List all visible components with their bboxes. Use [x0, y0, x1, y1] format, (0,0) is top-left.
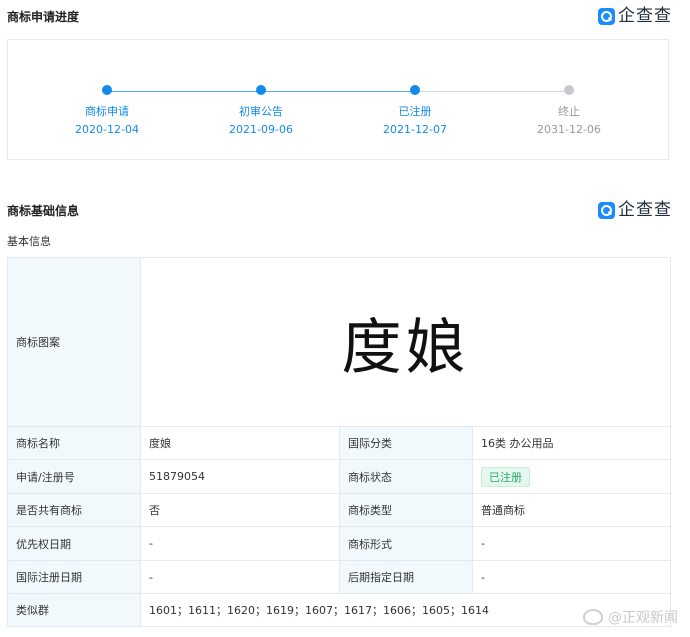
info-section-header: 商标基础信息 企查查: [7, 198, 672, 222]
table-row: 申请/注册号 51879054 商标状态 已注册: [7, 459, 672, 494]
qichacha-logo-icon: [598, 7, 615, 25]
watermark-text: @正观新闻: [608, 610, 678, 626]
table-row: 国际注册日期 - 后期指定日期 -: [7, 560, 672, 594]
priority-date-value: -: [140, 526, 340, 561]
cell-label: 优先权日期: [7, 526, 141, 561]
step-date: 2021-09-06: [229, 123, 293, 136]
cell-label: 后期指定日期: [339, 560, 473, 594]
cell-label: 国际注册日期: [7, 560, 141, 594]
qichacha-brand[interactable]: 企查查: [598, 5, 672, 26]
progress-section-header: 商标申请进度 企查查: [7, 4, 672, 28]
table-row: 商标名称 度娘 国际分类 16类 办公用品: [7, 426, 672, 460]
qichacha-brand[interactable]: 企查查: [598, 199, 672, 220]
timeline-step-apply: 商标申请 2020-12-04: [47, 85, 167, 136]
progress-section-title: 商标申请进度: [7, 9, 80, 24]
step-dot: [102, 85, 112, 95]
timeline-step-registered: 已注册 2021-12-07: [355, 85, 475, 136]
trademark-info-table: 商标图案 度娘 商标名称 度娘 国际分类 16类 办公用品 申请/注册号 518…: [7, 257, 672, 627]
logo-label: 商标图案: [7, 257, 141, 427]
trademark-name-value: 度娘: [140, 426, 340, 460]
table-row: 商标图案 度娘: [7, 257, 672, 427]
brand-text: 企查查: [618, 5, 672, 26]
trademark-type-value: 普通商标: [471, 493, 672, 527]
watermark: @正观新闻: [583, 607, 678, 627]
step-dot: [564, 85, 574, 95]
cell-label: 类似群: [7, 593, 141, 627]
status-badge: 已注册: [481, 466, 530, 487]
table-row: 是否共有商标 否 商标类型 普通商标: [7, 493, 672, 527]
cell-label: 是否共有商标: [7, 493, 141, 527]
step-date: 2031-12-06: [537, 123, 601, 136]
progress-timeline: 商标申请 2020-12-04 初审公告 2021-09-06 已注册 2021…: [7, 39, 669, 160]
cell-label: 申请/注册号: [7, 459, 141, 494]
trademark-logo-text: 度娘: [341, 312, 470, 383]
status-cell: 已注册: [471, 459, 672, 494]
trademark-form-value: -: [471, 526, 672, 561]
step-label: 已注册: [398, 105, 432, 118]
info-section-title: 商标基础信息: [7, 203, 80, 218]
timeline-step-publication: 初审公告 2021-09-06: [201, 85, 321, 136]
later-designation-date-value: -: [471, 560, 672, 594]
cell-label: 商标名称: [7, 426, 141, 460]
shared-value: 否: [140, 493, 340, 527]
cell-label: 商标类型: [339, 493, 473, 527]
step-label: 商标申请: [85, 105, 129, 118]
basic-info-subtitle: 基本信息: [7, 235, 51, 248]
cell-label: 国际分类: [339, 426, 473, 460]
step-dot: [256, 85, 266, 95]
intl-class-value: 16类 办公用品: [471, 426, 672, 460]
qichacha-logo-icon: [598, 201, 615, 219]
cell-label: 商标形式: [339, 526, 473, 561]
reg-number-value: 51879054: [140, 459, 340, 494]
step-dot: [410, 85, 420, 95]
cell-label: 商标状态: [339, 459, 473, 494]
weibo-icon: [583, 609, 603, 625]
step-date: 2020-12-04: [75, 123, 139, 136]
step-label: 初审公告: [239, 105, 283, 118]
intl-reg-date-value: -: [140, 560, 340, 594]
step-date: 2021-12-07: [383, 123, 447, 136]
timeline-step-terminate: 终止 2031-12-06: [509, 85, 629, 136]
brand-text: 企查查: [618, 199, 672, 220]
trademark-logo: 度娘: [139, 257, 672, 427]
table-row: 类似群 1601；1611；1620；1619；1607；1617；1606；1…: [7, 593, 672, 627]
table-row: 优先权日期 - 商标形式 -: [7, 526, 672, 561]
step-label: 终止: [558, 105, 580, 118]
